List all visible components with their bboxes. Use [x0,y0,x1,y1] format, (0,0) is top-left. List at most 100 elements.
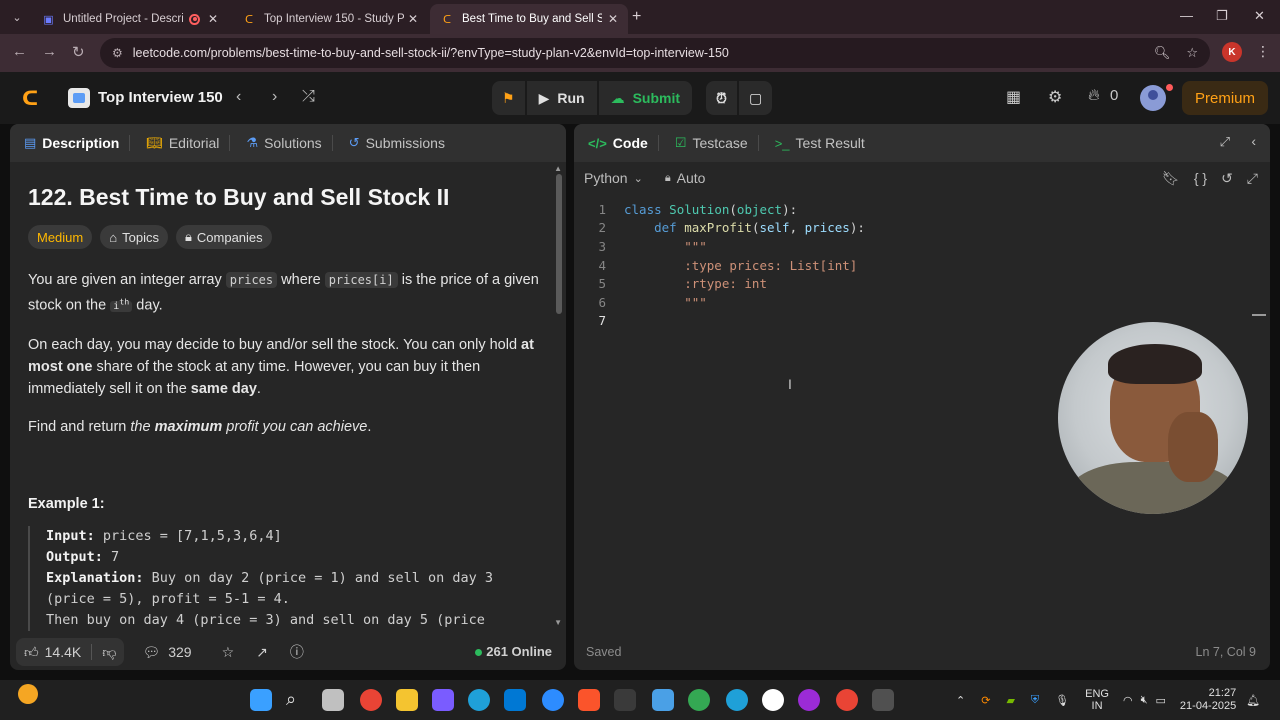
notification-bell-icon[interactable]: 🔔︎ [1246,694,1260,707]
task-view-icon[interactable] [322,689,344,711]
close-tab-icon[interactable]: ✕ [608,12,618,26]
leetcode-logo-icon[interactable]: ᑕ [22,86,44,110]
calculator-icon[interactable] [872,689,894,711]
streak-fire-icon[interactable]: 🔥︎ [1088,87,1100,105]
chrome-profile-icon[interactable] [688,689,710,711]
settings-gear-icon[interactable]: ⚙ [1048,87,1062,107]
sync-icon[interactable]: ⟳ [981,694,990,707]
zoom-icon[interactable]: 🔍︎ [1154,45,1171,61]
problem-title[interactable]: 122. Best Time to Buy and Sell Stock II [28,184,548,211]
premium-button[interactable]: Premium [1182,81,1268,115]
tab-solutions[interactable]: ⚗ Solutions [246,135,321,151]
opera-icon[interactable] [798,689,820,711]
run-button[interactable]: ▶ Run [526,81,597,115]
autosave-toggle[interactable]: 🔒︎ Auto [665,170,706,186]
browser-tab-descript[interactable]: ▣ Untitled Project - Descript ✕ [32,4,228,34]
profile-avatar[interactable]: K [1222,42,1242,62]
mic-icon[interactable]: 🎙︎ [1055,694,1069,707]
mouse-cursor-icon: I [788,376,792,392]
code-line: :type prices: List[int] [624,257,858,273]
debug-icon[interactable]: ⚑ [492,81,525,115]
comment-icon[interactable]: 💬︎ [142,644,160,661]
collapse-panel-icon[interactable]: ‹ [1251,133,1256,149]
chrome-icon[interactable] [360,689,382,711]
code-tabs: </> Code ☑ Testcase >_ Test Result ⤢ ‹ [574,124,1270,162]
tab-editorial[interactable]: 📖︎ Editorial [146,135,219,151]
code-editor[interactable]: 1 class Solution(object): 2 def maxProfit… [574,200,1270,330]
maximize-panel-icon[interactable]: ⤢ [1220,134,1230,150]
defender-icon[interactable]: ⛨ [1031,694,1039,707]
reload-icon[interactable]: ↻ [72,43,85,61]
notification-dot [1166,84,1173,91]
tab-test-result[interactable]: >_ Test Result [775,135,865,151]
thumbs-down-icon[interactable]: 👎︎ [102,644,116,661]
maximize-icon[interactable]: ❐ [1216,8,1228,24]
reset-icon[interactable]: ↺ [1221,170,1233,187]
search-icon[interactable]: ⌕ [286,689,308,711]
fullscreen-icon[interactable]: ⤢ [1247,170,1258,187]
history-icon: ↺ [348,135,360,150]
prev-problem-icon[interactable]: ‹ [236,88,241,106]
minimize-icon[interactable]: — [1180,8,1193,23]
companies-chip[interactable]: 🔒︎ Companies [175,225,272,249]
tab-search-icon[interactable]: ⌄ [6,6,28,28]
chrome-canary-icon[interactable] [726,689,748,711]
wifi-icon[interactable]: ◠ [1123,694,1133,707]
timer-icon[interactable]: ⏰︎ [706,81,737,115]
chrome-alt-icon[interactable] [836,689,858,711]
browser-tab-best-time[interactable]: ᑕ Best Time to Buy and Sell Stock ✕ [430,4,628,34]
brave-icon[interactable] [578,689,600,711]
user-avatar[interactable] [1140,85,1166,111]
file-explorer-icon[interactable] [396,689,418,711]
outlook-icon[interactable] [504,689,526,711]
tab-code[interactable]: </> Code [588,135,648,151]
notepad-icon[interactable] [652,689,674,711]
show-hidden-icons-icon[interactable]: ⌃ [956,694,965,707]
tab-description[interactable]: ▤ Description [24,135,119,151]
new-tab-icon[interactable]: + [632,8,641,26]
tag-icon: ⌂ [109,229,118,245]
browser-menu-icon[interactable]: ⋮ [1256,43,1270,60]
windows-start-icon[interactable] [250,689,272,711]
clock[interactable]: 21:27 21-04-2025 [1180,687,1236,713]
back-icon[interactable]: ← [12,43,27,60]
site-info-icon[interactable]: ⚙ [112,46,123,60]
bookmark-star-icon[interactable]: ☆ [1186,45,1198,61]
layout-grid-icon[interactable]: ▦ [1006,87,1021,107]
scroll-down-icon[interactable]: ▼ [554,618,562,627]
topics-chip[interactable]: ⌂ Topics [100,225,168,249]
superscript: th [119,297,130,307]
bookmark-icon[interactable]: 🔖︎ [1162,170,1180,187]
close-tab-icon[interactable]: ✕ [408,12,418,26]
next-problem-icon[interactable]: › [272,88,277,106]
close-window-icon[interactable]: ✕ [1254,8,1265,24]
scroll-up-icon[interactable]: ▲ [554,164,562,173]
terminal-app-icon[interactable] [614,689,636,711]
edge-icon[interactable] [468,689,490,711]
tab-submissions[interactable]: ↺ Submissions [349,135,445,151]
weather-icon[interactable] [18,684,38,704]
zoom-app-icon[interactable] [542,689,564,711]
scrollbar-thumb[interactable] [556,174,562,314]
shuffle-icon[interactable]: ⤮ [302,88,315,106]
battery-icon[interactable]: ▭ [1156,694,1166,707]
tab-testcase[interactable]: ☑ Testcase [675,135,748,151]
copilot-icon[interactable] [432,689,454,711]
volume-muted-icon[interactable]: 🔇︎ [1141,694,1148,707]
close-tab-icon[interactable]: ✕ [208,12,218,26]
format-braces-icon[interactable]: { } [1194,170,1207,187]
url-field[interactable]: ⚙ leetcode.com/problems/best-time-to-buy… [100,38,1210,68]
nvidia-icon[interactable]: ▰ [1006,694,1014,707]
share-icon[interactable]: ↗ [256,644,268,661]
study-plan-title[interactable]: Top Interview 150 [98,89,223,106]
submit-button[interactable]: ☁ Submit [598,81,693,115]
forward-icon[interactable]: → [42,43,57,60]
favorite-star-icon[interactable]: ☆ [222,644,235,661]
help-icon[interactable]: ⓘ [290,642,304,662]
language-select[interactable]: Python ⌄ [584,170,643,186]
like-button[interactable]: 👍︎ 14.4K 👎︎ [16,638,125,666]
wordpad-icon[interactable] [762,689,784,711]
browser-tab-study-plan[interactable]: ᑕ Top Interview 150 - Study Plan ✕ [232,4,428,34]
language-indicator[interactable]: ENG IN [1085,688,1109,712]
notes-icon[interactable]: ▢ [738,81,773,115]
